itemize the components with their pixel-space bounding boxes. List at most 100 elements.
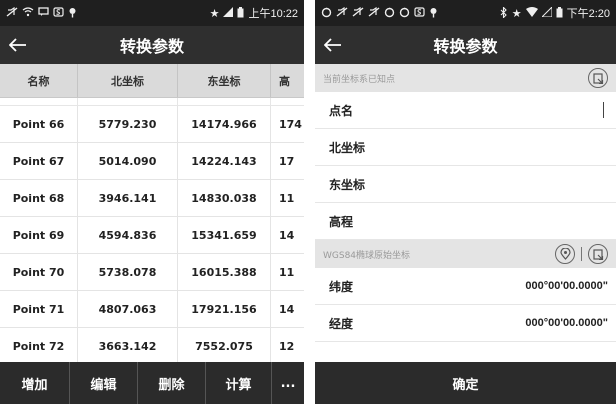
field-north[interactable]: 北坐标 — [315, 129, 616, 166]
points-table[interactable]: Point 66 5779.230 14174.966 174 Point 67 5014… — [0, 98, 304, 402]
column-header-east[interactable]: 东坐标 — [178, 64, 271, 97]
status-icons-left — [321, 6, 438, 20]
cell-height: 12 — [279, 339, 295, 353]
section-known-points: 当前坐标系已知点 — [315, 64, 616, 92]
title-bar: 转换参数 — [0, 26, 304, 64]
location-pin-icon — [429, 7, 438, 20]
field-value: 000°00'00.0000" — [525, 317, 608, 329]
field-label: 北坐标 — [329, 140, 366, 155]
signal-icon — [540, 5, 553, 19]
left-screen: ★ 上午10:22 转换参数 名称 北坐标 东坐标 高 Point 66 5779… — [0, 0, 304, 404]
cell-east: 7552.075 — [178, 328, 271, 364]
column-header-north[interactable]: 北坐标 — [78, 64, 178, 97]
add-button[interactable]: 增加 — [0, 362, 70, 404]
field-east[interactable]: 东坐标 — [315, 166, 616, 203]
mute-icon — [368, 6, 380, 19]
app-s-icon — [414, 7, 425, 19]
column-header-name[interactable]: 名称 — [0, 64, 78, 97]
table-row[interactable]: Point 68 3946.141 14830.038 11 — [0, 180, 304, 217]
cell-east: 14830.038 — [178, 180, 271, 216]
import-point-icon[interactable] — [588, 68, 608, 88]
cell-height: 11 — [279, 265, 295, 279]
text-cursor — [603, 102, 604, 118]
cell-north: 4807.063 — [78, 291, 178, 327]
field-label: 经度 — [329, 316, 354, 331]
field-label: 纬度 — [329, 279, 354, 294]
cell-east: 17921.156 — [178, 291, 271, 327]
message-icon — [38, 7, 49, 19]
more-button[interactable]: ... — [272, 362, 304, 404]
table-row[interactable]: Point 71 4807.063 17921.156 14 — [0, 291, 304, 328]
column-header-height[interactable]: 高 — [271, 64, 304, 97]
field-longitude[interactable]: 经度 000°00'00.0000" — [315, 305, 616, 342]
status-time: 下午2:20 — [566, 8, 610, 20]
section-label: 当前坐标系已知点 — [323, 74, 396, 85]
page-title: 转换参数 — [119, 37, 184, 56]
cell-east: 14224.143 — [178, 143, 271, 179]
status-icons-right: ★ 下午2:20 — [500, 5, 610, 21]
back-arrow-icon[interactable] — [0, 38, 36, 52]
battery-icon — [556, 6, 563, 20]
table-row[interactable]: Point 67 5014.090 14224.143 17 — [0, 143, 304, 180]
cell-name: Point 72 — [0, 328, 78, 364]
gps-location-icon[interactable] — [555, 244, 575, 264]
back-arrow-icon[interactable] — [315, 38, 351, 52]
signal-icon — [223, 7, 234, 19]
mute-icon — [336, 6, 348, 19]
status-icons-left — [6, 6, 77, 20]
cell-name: Point 67 — [0, 143, 78, 179]
cell-height: 174 — [279, 117, 302, 131]
section-label: WGS84椭球原始坐标 — [323, 250, 411, 261]
status-bar: ★ 下午2:20 — [315, 0, 616, 26]
cell-north: 3663.142 — [78, 328, 178, 364]
right-screen: ★ 下午2:20 转换参数 当前坐标系已知点 点名 北坐标 东坐标 高程 WGS… — [315, 0, 616, 404]
cell-height: 14 — [279, 302, 295, 316]
cell-north: 5738.078 — [78, 254, 178, 290]
table-row[interactable]: Point 72 3663.142 7552.075 12 — [0, 328, 304, 365]
confirm-button[interactable]: 确定 — [315, 362, 616, 404]
status-bar: ★ 上午10:22 — [0, 0, 304, 26]
bottom-action-bar: 增加 编辑 删除 计算 ... — [0, 362, 304, 404]
battery-icon — [237, 6, 244, 20]
field-point-name[interactable]: 点名 — [315, 92, 616, 129]
import-point-icon[interactable] — [588, 244, 608, 264]
cell-name: Point 66 — [0, 106, 78, 142]
cell-east: 15341.659 — [178, 217, 271, 253]
cell-east: 16015.388 — [178, 254, 271, 290]
edit-button[interactable]: 编辑 — [70, 362, 138, 404]
field-value: 000°00'00.0000" — [525, 280, 608, 292]
delete-button[interactable]: 删除 — [138, 362, 206, 404]
table-row[interactable]: Point 66 5779.230 14174.966 174 — [0, 106, 304, 143]
calculate-button[interactable]: 计算 — [206, 362, 272, 404]
status-icons-right: ★ 上午10:22 — [210, 5, 298, 21]
cell-north: 4594.836 — [78, 217, 178, 253]
page-title: 转换参数 — [433, 37, 498, 56]
cell-height: 11 — [279, 191, 295, 205]
cell-height: 14 — [279, 228, 295, 242]
cell-name: Point 69 — [0, 217, 78, 253]
table-header: 名称 北坐标 东坐标 高 — [0, 64, 304, 98]
cell-north: 5014.090 — [78, 143, 178, 179]
field-latitude[interactable]: 纬度 000°00'00.0000" — [315, 268, 616, 305]
cell-north: 5779.230 — [78, 106, 178, 142]
cell-height: 17 — [279, 154, 295, 168]
mute-icon — [352, 6, 364, 19]
wifi-icon — [22, 7, 34, 19]
location-pin-icon — [68, 7, 77, 20]
cell-north: 3946.141 — [78, 180, 178, 216]
field-label: 点名 — [329, 103, 354, 118]
table-row[interactable]: Point 70 5738.078 16015.388 11 — [0, 254, 304, 291]
table-row[interactable]: Point 69 4594.836 15341.659 14 — [0, 217, 304, 254]
field-elevation[interactable]: 高程 — [315, 203, 616, 240]
mute-icon — [6, 6, 18, 19]
cell-east: 14174.966 — [178, 106, 271, 142]
table-partial-row — [0, 98, 304, 106]
app-s-icon — [53, 7, 64, 19]
icon-divider — [581, 247, 582, 261]
cell-name: Point 68 — [0, 180, 78, 216]
bluetooth-icon — [500, 5, 508, 20]
sync-icon — [321, 7, 332, 20]
field-label: 东坐标 — [329, 177, 366, 192]
star-icon: ★ — [511, 6, 522, 20]
cell-name: Point 70 — [0, 254, 78, 290]
